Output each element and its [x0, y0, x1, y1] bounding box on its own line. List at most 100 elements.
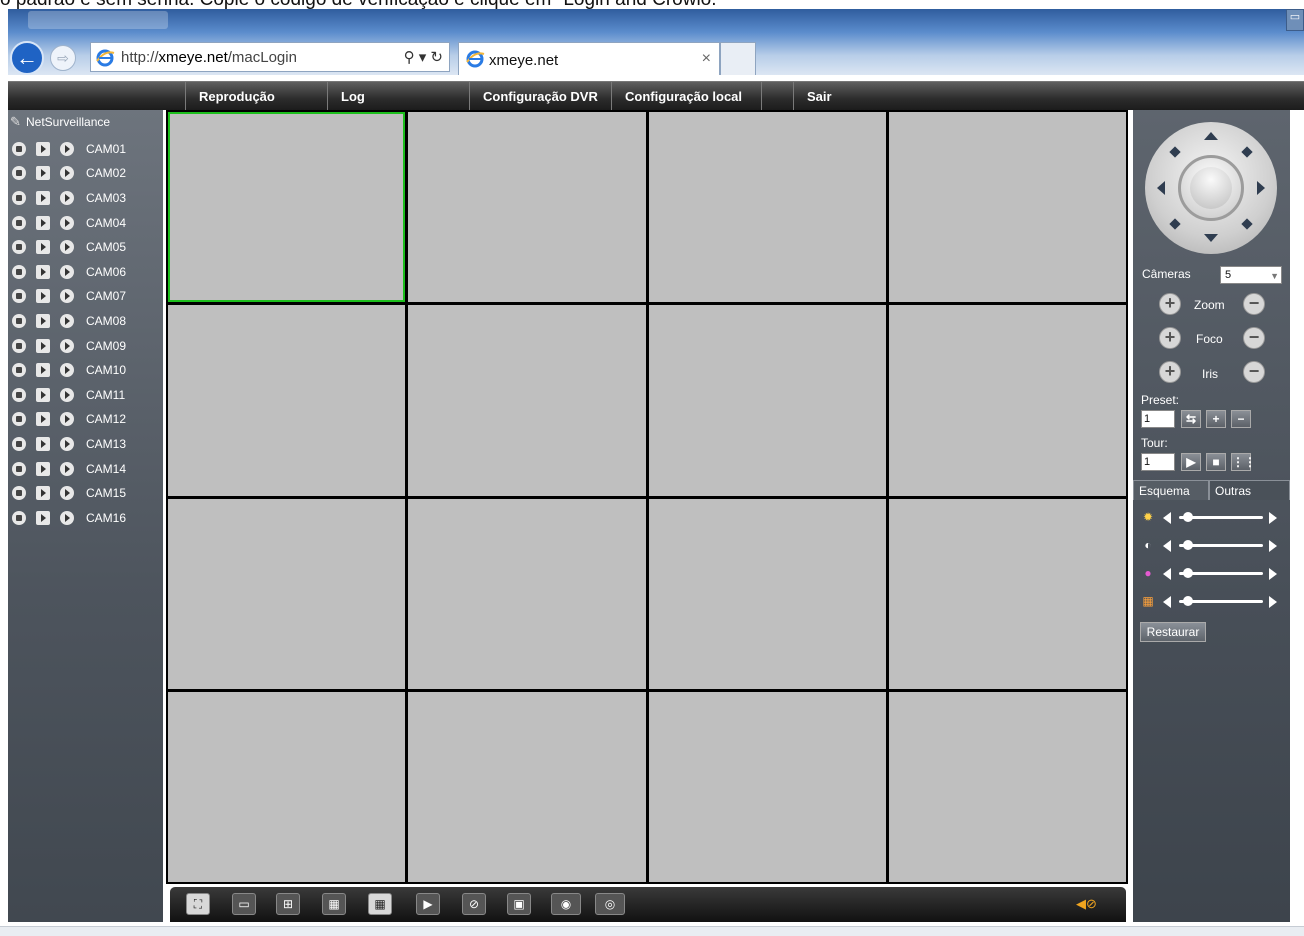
play-icon[interactable]: [60, 412, 74, 427]
play-icon[interactable]: [60, 486, 74, 501]
playback-icon[interactable]: [36, 363, 50, 378]
slider-knob[interactable]: [1182, 540, 1193, 550]
slider-left-icon[interactable]: [1163, 512, 1171, 524]
preset-goto-button[interactable]: ⇆: [1181, 410, 1201, 428]
play-icon[interactable]: [60, 363, 74, 378]
video-cell[interactable]: [888, 305, 1126, 496]
playback-icon[interactable]: [36, 387, 50, 402]
camera-list-item[interactable]: CAM13: [12, 435, 126, 455]
slider-right-icon[interactable]: [1269, 512, 1277, 524]
video-cell[interactable]: [168, 498, 406, 689]
device-root[interactable]: ✎ NetSurveillance: [10, 114, 110, 132]
camera-list-item[interactable]: CAM03: [12, 189, 126, 209]
slider-left-icon[interactable]: [1163, 596, 1171, 608]
record-icon[interactable]: [12, 461, 26, 476]
address-tools[interactable]: ⚲ ▾ ↻: [404, 48, 443, 66]
focus-out-button[interactable]: −: [1243, 327, 1265, 349]
play-icon[interactable]: [60, 510, 74, 525]
menu-configuracao-local[interactable]: Configuração local: [611, 82, 761, 111]
video-cell[interactable]: [168, 691, 406, 882]
play-icon[interactable]: [60, 264, 74, 279]
restore-button[interactable]: Restaurar: [1140, 622, 1206, 642]
playback-icon[interactable]: [36, 338, 50, 353]
playback-icon[interactable]: [36, 510, 50, 525]
preset-delete-button[interactable]: −: [1231, 410, 1251, 428]
camera-select[interactable]: 5 ▼: [1220, 266, 1282, 284]
video-cell[interactable]: [888, 112, 1126, 303]
camera-list-item[interactable]: CAM05: [12, 238, 126, 258]
ptz-up-icon[interactable]: [1204, 132, 1218, 140]
video-cell[interactable]: [648, 498, 886, 689]
camera-list-item[interactable]: CAM11: [12, 386, 125, 406]
record-icon[interactable]: [12, 436, 26, 451]
zoom-in-button[interactable]: +: [1159, 293, 1181, 315]
camera-list-item[interactable]: CAM12: [12, 411, 126, 431]
forward-button[interactable]: ⇨: [50, 45, 76, 71]
ptz-down-left-icon[interactable]: [1169, 218, 1181, 230]
browser-tab-active[interactable]: xmeye.net ×: [458, 42, 720, 75]
record-icon[interactable]: [12, 412, 26, 427]
layout-1-button[interactable]: ▭: [232, 893, 256, 915]
camera-list-item[interactable]: CAM16: [12, 509, 126, 529]
record-icon[interactable]: [12, 141, 26, 156]
video-cell[interactable]: [888, 498, 1126, 689]
close-all-button[interactable]: ⊘: [462, 893, 486, 915]
camera-list-item[interactable]: CAM04: [12, 214, 126, 234]
video-cell[interactable]: [168, 112, 406, 303]
menu-configuracao-dvr[interactable]: Configuração DVR: [469, 82, 611, 111]
video-cell[interactable]: [408, 498, 646, 689]
play-icon[interactable]: [60, 215, 74, 230]
playback-icon[interactable]: [36, 412, 50, 427]
slider-knob[interactable]: [1182, 512, 1193, 522]
tour-grid-button[interactable]: ⋮⋮: [1231, 453, 1256, 471]
window-control-icon[interactable]: ▭: [1286, 9, 1304, 31]
play-icon[interactable]: [60, 461, 74, 476]
playback-icon[interactable]: [36, 461, 50, 476]
play-icon[interactable]: [60, 240, 74, 255]
play-icon[interactable]: [60, 166, 74, 181]
camera-list-item[interactable]: CAM02: [12, 165, 126, 185]
slider-right-icon[interactable]: [1269, 596, 1277, 608]
close-tab-icon[interactable]: ×: [702, 50, 711, 68]
ptz-center-button[interactable]: [1178, 155, 1244, 221]
new-tab-button[interactable]: [720, 42, 756, 75]
slider-knob[interactable]: [1182, 568, 1193, 578]
menu-reproducao[interactable]: Reprodução: [185, 82, 327, 111]
record-icon[interactable]: [12, 190, 26, 205]
ptz-up-right-icon[interactable]: [1241, 146, 1253, 158]
video-cell[interactable]: [408, 691, 646, 882]
ptz-right-icon[interactable]: [1257, 181, 1265, 195]
camera-list-item[interactable]: CAM14: [12, 460, 126, 480]
play-icon[interactable]: [60, 313, 74, 328]
video-cell[interactable]: [648, 112, 886, 303]
playback-icon[interactable]: [36, 190, 50, 205]
open-all-button[interactable]: ▶: [416, 893, 440, 915]
iris-open-button[interactable]: +: [1159, 361, 1181, 383]
slider-left-icon[interactable]: [1163, 568, 1171, 580]
record-icon[interactable]: [12, 387, 26, 402]
record-icon[interactable]: [12, 215, 26, 230]
record-icon[interactable]: [12, 166, 26, 181]
video-cell[interactable]: [648, 305, 886, 496]
menu-log[interactable]: Log: [327, 82, 469, 111]
playback-icon[interactable]: [36, 141, 50, 156]
video-cell[interactable]: [648, 691, 886, 882]
preset-input[interactable]: 1: [1141, 410, 1175, 428]
record-icon[interactable]: [12, 486, 26, 501]
play-icon[interactable]: [60, 436, 74, 451]
playback-icon[interactable]: [36, 436, 50, 451]
record-stop-button[interactable]: ◎: [595, 893, 625, 915]
menu-sair[interactable]: Sair: [793, 82, 893, 111]
playback-icon[interactable]: [36, 166, 50, 181]
record-icon[interactable]: [12, 240, 26, 255]
camera-list-item[interactable]: CAM06: [12, 263, 126, 283]
record-icon[interactable]: [12, 264, 26, 279]
slider-left-icon[interactable]: [1163, 540, 1171, 552]
preset-add-button[interactable]: +: [1206, 410, 1226, 428]
play-icon[interactable]: [60, 387, 74, 402]
snapshot-button[interactable]: ▣: [507, 893, 531, 915]
camera-list-item[interactable]: CAM10: [12, 361, 126, 381]
focus-in-button[interactable]: +: [1159, 327, 1181, 349]
address-bar[interactable]: http://xmeye.net/macLogin ⚲ ▾ ↻: [90, 42, 450, 72]
record-start-button[interactable]: ◉: [551, 893, 581, 915]
